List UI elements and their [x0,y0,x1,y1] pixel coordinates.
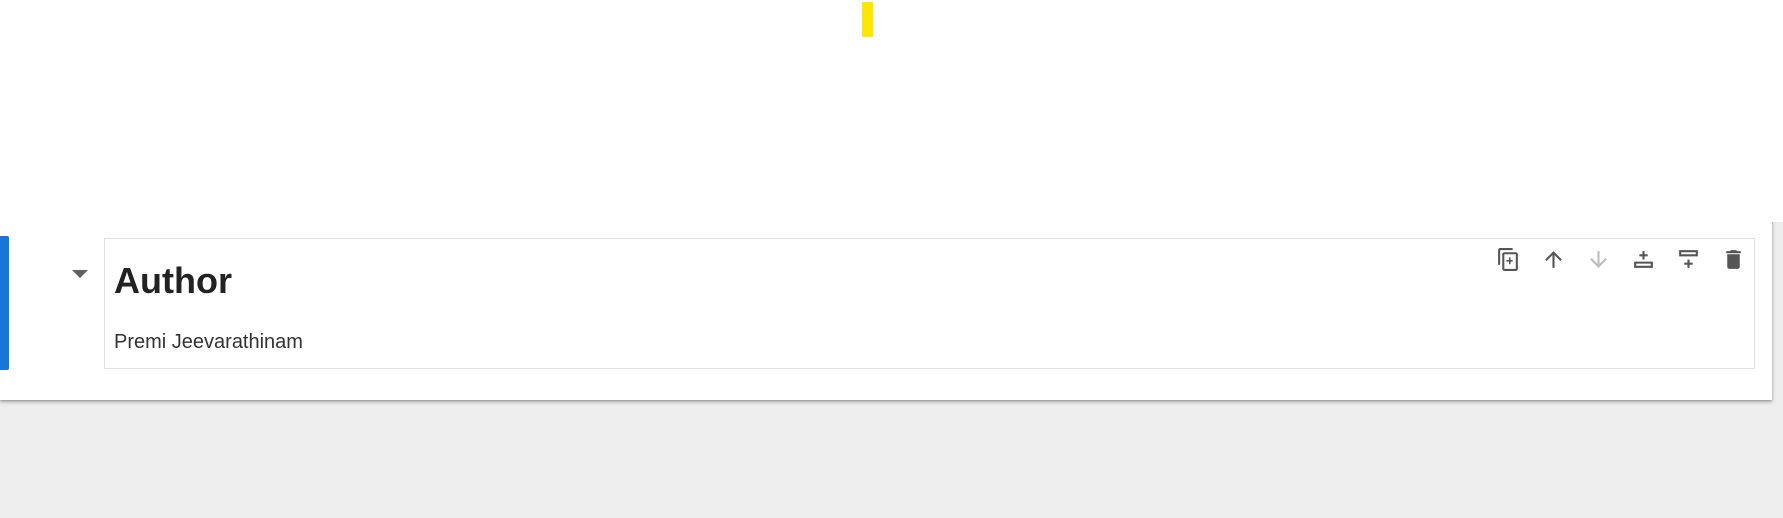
active-cell-indicator [0,236,9,370]
collapse-caret-icon[interactable] [72,270,88,278]
cell-paragraph: Premi Jeevarathinam [114,331,303,353]
notebook-panel: Author Premi Jeevarathinam [0,0,1783,400]
insert-below-icon [1679,250,1698,268]
arrow-up-icon [1545,251,1562,268]
cell-toolbar [1496,247,1746,272]
delete-cell-button[interactable] [1721,247,1746,272]
duplicate-cell-button[interactable] [1496,247,1521,272]
insert-above-icon [1634,251,1653,268]
insert-above-button[interactable] [1631,247,1656,272]
cell-heading: Author [114,260,232,301]
cell-content[interactable]: Author Premi Jeevarathinam [104,238,1755,369]
move-up-button[interactable] [1541,247,1566,272]
move-down-button[interactable] [1586,247,1611,272]
arrow-down-icon [1590,251,1607,268]
trash-icon [1726,250,1741,269]
duplicate-icon [1498,248,1518,271]
insert-below-button[interactable] [1676,247,1701,272]
text-cursor-highlight [862,2,873,37]
markdown-cell[interactable]: Author Premi Jeevarathinam [0,236,1760,371]
previous-cell-area [0,0,1783,222]
